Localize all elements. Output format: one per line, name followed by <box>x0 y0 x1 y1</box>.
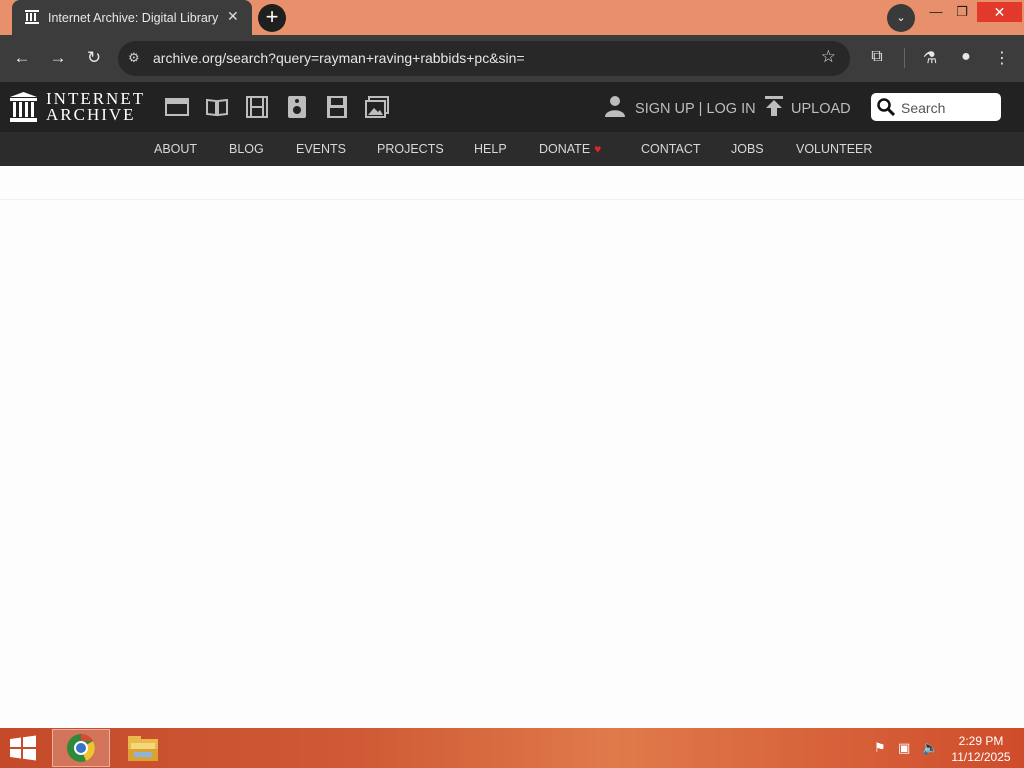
ia-nav-bar: ABOUT BLOG EVENTS PROJECTS HELP DONATE ♥ … <box>0 132 1024 166</box>
content-divider <box>0 199 1024 200</box>
chevron-down-icon: ⌄ <box>896 12 906 24</box>
ia-header: INTERNET ARCHIVE SIGN UP | LOG IN UPLOAD… <box>0 82 1024 132</box>
extensions-icon[interactable]: ⧉ <box>866 48 888 66</box>
labs-icon[interactable]: ⚗ <box>919 48 941 68</box>
log-in-link[interactable]: LOG IN <box>706 101 755 117</box>
nav-events[interactable]: EVENTS <box>296 142 346 156</box>
network-icon[interactable]: ▣ <box>898 740 910 756</box>
profile-icon[interactable]: ● <box>955 48 977 66</box>
web-icon[interactable] <box>165 96 189 118</box>
window-close-button[interactable]: ✕ <box>977 2 1022 22</box>
url-text[interactable]: archive.org/search?query=rayman+raving+r… <box>153 50 525 66</box>
nav-donate-label: DONATE <box>539 142 591 156</box>
nav-contact[interactable]: CONTACT <box>641 142 701 156</box>
nav-help[interactable]: HELP <box>474 142 507 156</box>
upload-icon <box>765 96 783 116</box>
chrome-icon <box>67 734 95 762</box>
restore-button[interactable]: ❐ <box>951 2 973 24</box>
tab-search-button[interactable]: ⌄ <box>887 4 915 32</box>
nav-jobs[interactable]: JOBS <box>731 142 764 156</box>
taskbar: ⚑ ▣ 🔈 2:29 PM 11/12/2025 <box>0 728 1024 768</box>
search-input[interactable] <box>899 97 999 119</box>
software-icon[interactable] <box>325 96 349 118</box>
browser-tab[interactable]: Internet Archive: Digital Library ✕ <box>12 0 252 35</box>
taskbar-chrome-button[interactable] <box>52 729 110 767</box>
star-icon[interactable]: ☆ <box>821 47 836 67</box>
images-icon[interactable] <box>365 96 389 118</box>
sign-up-link[interactable]: SIGN UP <box>635 101 695 117</box>
nav-blog[interactable]: BLOG <box>229 142 264 156</box>
close-icon[interactable]: ✕ <box>227 8 239 25</box>
address-bar[interactable]: ⚙ archive.org/search?query=rayman+raving… <box>118 41 850 76</box>
archive-favicon <box>25 10 39 24</box>
site-info-icon[interactable]: ⚙ <box>128 50 140 66</box>
archive-logo-icon[interactable] <box>10 92 37 122</box>
minimize-button[interactable]: — <box>926 2 946 24</box>
archive-logo-text[interactable]: INTERNET ARCHIVE <box>46 90 145 124</box>
search-icon[interactable] <box>877 98 895 116</box>
clock[interactable]: 2:29 PM 11/12/2025 <box>944 733 1018 765</box>
user-icon <box>605 96 625 117</box>
toolbar-separator <box>904 48 905 68</box>
nav-projects[interactable]: PROJECTS <box>377 142 444 156</box>
forward-icon[interactable]: → <box>45 45 71 71</box>
ia-search-box[interactable] <box>871 93 1001 121</box>
browser-toolbar: ← → ↻ ⚙ archive.org/search?query=rayman+… <box>0 35 1024 82</box>
account-links: SIGN UP | LOG IN <box>605 95 756 117</box>
file-explorer-icon[interactable] <box>126 733 160 763</box>
nav-volunteer[interactable]: VOLUNTEER <box>796 142 872 156</box>
texts-icon[interactable] <box>205 96 229 118</box>
audio-icon[interactable] <box>285 96 309 118</box>
new-tab-button[interactable]: + <box>258 4 286 32</box>
windows-start-icon[interactable] <box>6 734 40 762</box>
heart-icon: ♥ <box>594 142 602 156</box>
logo-line-archive: ARCHIVE <box>46 105 136 124</box>
volume-muted-icon[interactable]: 🔈 <box>922 740 938 756</box>
nav-about[interactable]: ABOUT <box>154 142 197 156</box>
tab-title: Internet Archive: Digital Library <box>48 11 219 25</box>
action-center-flag-icon[interactable]: ⚑ <box>874 740 886 756</box>
video-icon[interactable] <box>245 96 269 118</box>
plus-icon: + <box>265 4 279 29</box>
back-icon[interactable]: ← <box>9 45 35 71</box>
clock-date: 11/12/2025 <box>951 750 1011 764</box>
reload-icon[interactable]: ↻ <box>81 45 107 71</box>
page-content <box>0 166 1024 728</box>
upload-button[interactable]: UPLOAD <box>765 96 851 117</box>
clock-time: 2:29 PM <box>958 734 1004 748</box>
nav-donate[interactable]: DONATE ♥ <box>539 142 601 156</box>
menu-icon[interactable]: ⋮ <box>991 48 1013 68</box>
account-separator: | <box>698 101 703 117</box>
upload-label: UPLOAD <box>791 101 851 117</box>
